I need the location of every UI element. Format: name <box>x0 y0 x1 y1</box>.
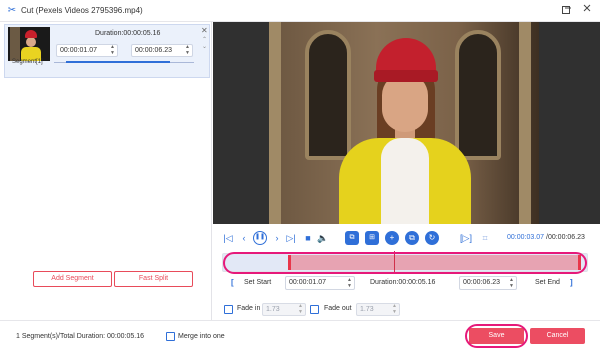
segment-row: Segment[1] <box>4 56 210 72</box>
fade-out-checkbox[interactable] <box>310 305 319 314</box>
start-time-value: 00:00:01.07 <box>289 279 326 286</box>
next-frame-icon[interactable]: › <box>271 232 283 244</box>
reorder-icon[interactable]: ⌃ ⌄ <box>202 37 207 51</box>
rotate-icon[interactable]: ↻ <box>425 231 439 245</box>
delete-segment-icon[interactable]: ✕ <box>201 26 208 35</box>
segment-range <box>66 61 170 63</box>
segment-end-value: 00:00:06.23 <box>135 47 172 54</box>
volume-icon[interactable]: 🔈 <box>317 232 329 244</box>
set-end-button[interactable]: Set End <box>535 279 560 286</box>
fade-in-label: Fade in <box>237 305 261 312</box>
copy-icon[interactable]: ⧉ <box>405 231 419 245</box>
spinner-icon[interactable]: ▲ ▼ <box>392 303 397 315</box>
fade-out-field[interactable]: 1.73 ▲ ▼ <box>356 303 400 316</box>
fade-out-value: 1.73 <box>360 306 374 313</box>
segment-label: Segment[1] <box>12 59 43 65</box>
current-time: 00:00:03.07 <box>507 234 544 241</box>
fade-in-checkbox[interactable] <box>224 305 233 314</box>
total-duration-summary: 1 Segment(s)/Total Duration: 00:00:05.16 <box>16 333 145 340</box>
window-title: Cut (Pexels Videos 2795396.mp4) <box>21 6 143 15</box>
set-start-button[interactable]: Set Start <box>244 279 271 286</box>
end-bracket-icon: ] <box>570 278 573 287</box>
video-frame <box>269 22 539 224</box>
add-segment-button[interactable]: Add Segment <box>33 271 112 287</box>
fit-screen-icon[interactable]: [▷] <box>460 232 472 244</box>
start-time-field[interactable]: 00:00:01.07 ▲ ▼ <box>285 276 355 290</box>
pause-icon[interactable]: ❚❚ <box>253 231 267 245</box>
end-time-field[interactable]: 00:00:06.23 ▲ ▼ <box>459 276 517 290</box>
start-bracket-icon: [ <box>231 278 234 287</box>
title-bar: ✂ Cut (Pexels Videos 2795396.mp4) <box>0 0 600 22</box>
trim-duration: Duration:00:00:05.16 <box>370 279 436 286</box>
fade-out-label: Fade out <box>324 305 352 312</box>
save-highlight <box>465 324 528 348</box>
maximize-icon[interactable] <box>562 6 570 14</box>
spinner-icon[interactable]: ▲ ▼ <box>110 44 115 56</box>
skip-end-icon[interactable]: ▷| <box>285 232 297 244</box>
spinner-icon[interactable]: ▲ ▼ <box>509 277 514 289</box>
trim-icon[interactable]: ⊞ <box>365 231 379 245</box>
fade-in-field[interactable]: 1.73 ▲ ▼ <box>262 303 306 316</box>
skip-start-icon[interactable]: |◁ <box>222 232 234 244</box>
merge-checkbox[interactable] <box>166 332 175 341</box>
scissors-icon: ✂ <box>7 5 17 16</box>
video-player[interactable] <box>213 22 600 224</box>
fade-in-value: 1.73 <box>266 306 280 313</box>
timeline-highlight <box>223 252 587 274</box>
close-icon[interactable] <box>579 3 595 19</box>
stop-icon[interactable]: ■ <box>302 232 314 244</box>
spinner-icon[interactable]: ▲ ▼ <box>185 44 190 56</box>
end-time-value: 00:00:06.23 <box>463 279 500 286</box>
cancel-button[interactable]: Cancel <box>530 328 585 344</box>
segment-duration: Duration:00:00:05.16 <box>95 30 161 37</box>
segment-start-value: 00:00:01.07 <box>60 47 97 54</box>
merge-label: Merge into one <box>178 333 225 340</box>
spinner-icon[interactable]: ▲ ▼ <box>298 303 303 315</box>
spinner-icon[interactable]: ▲ ▼ <box>347 277 352 289</box>
snapshot-icon[interactable]: ⧉ <box>345 231 359 245</box>
crop-icon[interactable]: ⌗ <box>479 232 491 244</box>
fast-split-button[interactable]: Fast Split <box>114 271 193 287</box>
add-icon[interactable]: + <box>385 231 399 245</box>
previous-frame-icon[interactable]: ‹ <box>238 232 250 244</box>
total-time: /00:00:06.23 <box>546 234 585 241</box>
